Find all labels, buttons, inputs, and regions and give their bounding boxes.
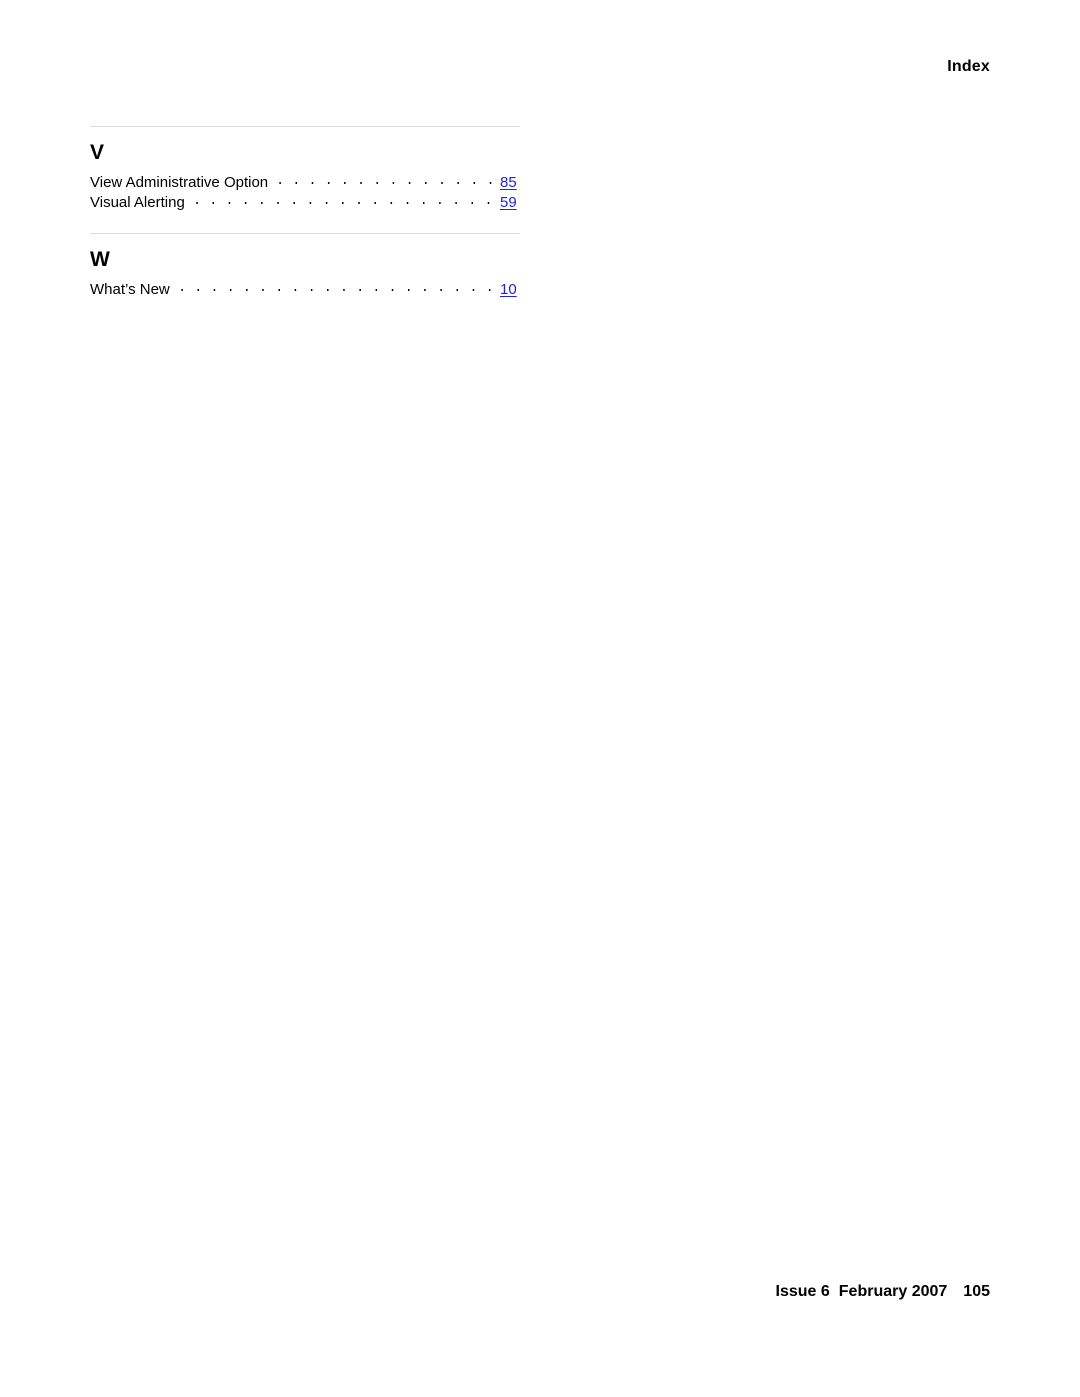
index-section-v: V View Administrative Option 85 Visual A… bbox=[90, 126, 520, 213]
section-letter-heading: W bbox=[90, 248, 110, 271]
index-section-w: W What’s New 10 bbox=[90, 233, 520, 300]
dot-leader bbox=[188, 193, 494, 207]
section-letter-heading: V bbox=[90, 141, 105, 164]
entry-list: View Administrative Option 85 Visual Ale… bbox=[90, 173, 520, 213]
page-running-header: Index bbox=[0, 58, 990, 76]
section-divider bbox=[90, 126, 520, 127]
dot-leader bbox=[272, 173, 494, 187]
entry-title: What’s New bbox=[90, 281, 170, 298]
entry-page-link[interactable]: 10 bbox=[494, 280, 520, 300]
dot-leader bbox=[173, 280, 494, 294]
page-running-footer: Issue 6 February 2007 105 bbox=[0, 1283, 990, 1301]
entry-title: View Administrative Option bbox=[90, 174, 269, 191]
index-page: Index V View Administrative Option 85 Vi… bbox=[0, 0, 1080, 1397]
index-entry: Visual Alerting 59 bbox=[90, 193, 520, 213]
entry-page-link[interactable]: 59 bbox=[494, 193, 520, 213]
index-entry: View Administrative Option 85 bbox=[90, 173, 520, 193]
entry-title: Visual Alerting bbox=[90, 194, 185, 211]
footer-date-label: February 2007 bbox=[838, 1283, 948, 1300]
index-column: V View Administrative Option 85 Visual A… bbox=[90, 126, 520, 300]
footer-issue-label: Issue 6 bbox=[775, 1283, 830, 1300]
entry-page-link[interactable]: 85 bbox=[494, 173, 520, 193]
index-entry: What’s New 10 bbox=[90, 280, 520, 300]
entry-list: What’s New 10 bbox=[90, 280, 520, 300]
page-title: Index bbox=[947, 58, 990, 75]
footer-page-number: 105 bbox=[963, 1283, 990, 1300]
section-divider bbox=[90, 233, 520, 234]
